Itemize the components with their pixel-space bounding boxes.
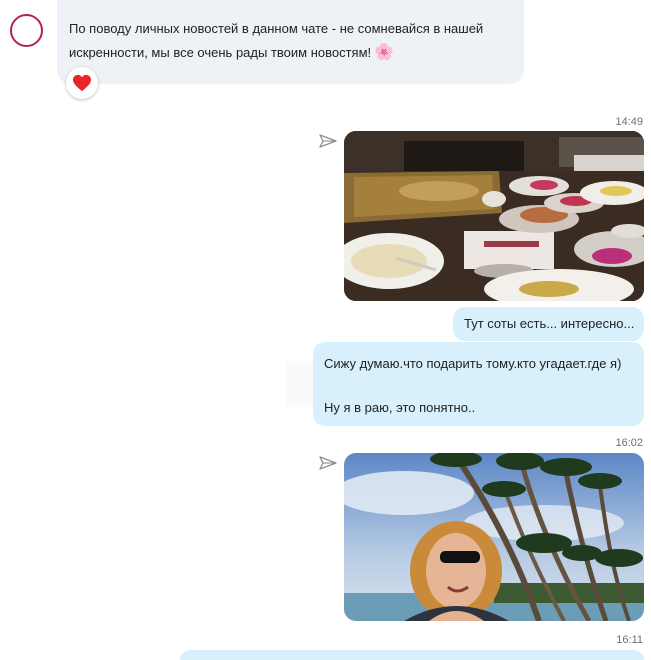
next-outgoing-message-bubble[interactable] [180,650,644,660]
message-timestamp: 16:11 [616,634,643,646]
outgoing-message-caption[interactable]: Тут соты есть... интересно... [453,307,644,341]
incoming-message-bubble[interactable]: По поводу личных новостей в данном чате … [57,0,524,84]
sender-avatar[interactable] [10,14,43,47]
outgoing-message-line-2: Ну я в раю, это понятно.. [324,400,476,415]
paper-plane-outline-icon [319,134,337,148]
food-photo-attachment[interactable] [344,131,644,301]
beach-photo-attachment[interactable] [344,453,644,621]
cherry-blossom-emoji: 🌸 [374,44,395,61]
message-timestamp: 16:02 [615,437,643,449]
outgoing-message-line-1: Сижу думаю.что подарить тому.кто угадает… [324,356,622,371]
caption-text: Тут соты есть... интересно... [464,316,635,331]
outgoing-message-bubble[interactable]: Сижу думаю.что подарить тому.кто угадает… [313,342,644,426]
heart-icon [73,74,91,92]
incoming-message-text: По поводу личных новостей в данном чате … [69,21,484,60]
beach-photo-image [344,453,644,621]
paper-plane-outline-icon [319,456,337,470]
message-timestamp: 14:49 [615,116,643,128]
background-shadow [286,363,316,407]
buffet-photo-image [344,131,644,301]
heart-reaction-badge[interactable] [66,67,98,99]
